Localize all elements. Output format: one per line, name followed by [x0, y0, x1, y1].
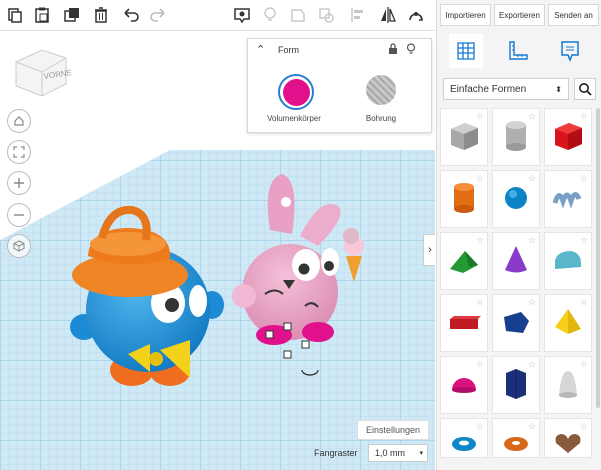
- cube-icon: [13, 240, 25, 252]
- solid-swatch: [282, 78, 310, 106]
- home-icon: [14, 116, 24, 126]
- dropdown-arrow-icon: ▾: [419, 450, 423, 457]
- zoom-out-button[interactable]: [7, 203, 31, 227]
- snap-grid-select[interactable]: 1,0 mm ▾: [368, 444, 428, 462]
- home-view-button[interactable]: [7, 109, 31, 133]
- shape-paraboloid-gray[interactable]: ☆: [544, 356, 592, 414]
- align-icon[interactable]: [347, 4, 369, 26]
- solid-label: Volumenkörper: [267, 114, 321, 123]
- copy-icon[interactable]: [4, 4, 26, 26]
- updown-arrow-icon: ⬍: [555, 84, 562, 94]
- panel-title: Form: [278, 45, 299, 55]
- bulb-icon[interactable]: [406, 43, 416, 55]
- mirror-icon[interactable]: [377, 4, 399, 26]
- shape-icon[interactable]: [287, 4, 309, 26]
- ruler-icon[interactable]: [501, 34, 535, 68]
- shape-properties-panel: ⌃ Form Volumenkörper Bohrung: [247, 38, 432, 133]
- shape-cylinder-gray[interactable]: ☆: [492, 108, 540, 166]
- solid-color-button[interactable]: [278, 74, 314, 110]
- shape-text-red[interactable]: ☆: [440, 294, 488, 352]
- shape-scribble[interactable]: ☆: [544, 170, 592, 228]
- group-icon[interactable]: [405, 4, 427, 26]
- shape-box-gray[interactable]: ☆: [440, 108, 488, 166]
- shape-round-roof-teal[interactable]: ☆: [544, 232, 592, 290]
- shape-cone-purple[interactable]: ☆: [492, 232, 540, 290]
- sidebar-scrollbar[interactable]: [596, 108, 600, 408]
- workplane-grid-icon[interactable]: [449, 34, 483, 68]
- top-toolbar: [0, 0, 435, 31]
- fit-icon: [13, 146, 25, 158]
- search-button[interactable]: [574, 78, 596, 100]
- plus-icon: [14, 178, 24, 188]
- shape-polygon-navy[interactable]: ☆: [492, 356, 540, 414]
- notes-panel-icon[interactable]: [553, 34, 587, 68]
- undo-icon[interactable]: [120, 4, 142, 26]
- light-icon[interactable]: [259, 4, 281, 26]
- minus-icon: [14, 214, 24, 216]
- zoom-in-button[interactable]: [7, 171, 31, 195]
- lock-icon[interactable]: [388, 43, 398, 55]
- collapse-chevron-up-icon[interactable]: ⌃: [256, 43, 265, 56]
- send-to-button[interactable]: Senden an: [548, 4, 599, 26]
- paste-icon[interactable]: [31, 4, 53, 26]
- shape-pyramid-yellow[interactable]: ☆: [544, 294, 592, 352]
- export-button[interactable]: Exportieren: [494, 4, 545, 26]
- shape-sphere-blue[interactable]: ☆: [492, 170, 540, 228]
- import-button[interactable]: Importieren: [440, 4, 491, 26]
- shape-half-sphere-pink[interactable]: ☆: [440, 356, 488, 414]
- hole-label: Bohrung: [365, 114, 397, 123]
- shape-torus-blue[interactable]: ☆: [440, 418, 488, 458]
- duplicate-icon[interactable]: [61, 4, 83, 26]
- shape-roof-green[interactable]: ☆: [440, 232, 488, 290]
- redo-icon[interactable]: [147, 4, 169, 26]
- perspective-button[interactable]: [7, 234, 31, 258]
- search-icon: [579, 83, 592, 96]
- settings-button[interactable]: Einstellungen: [357, 420, 429, 440]
- trash-icon[interactable]: [90, 4, 112, 26]
- shape-tube-orange[interactable]: ☆: [492, 418, 540, 458]
- shape-category-value: Einfache Formen: [450, 83, 527, 95]
- shape-heart-brown[interactable]: ☆: [544, 418, 592, 458]
- snap-grid-value: 1,0 mm: [375, 448, 406, 458]
- notes-icon[interactable]: [231, 4, 253, 26]
- fit-view-button[interactable]: [7, 140, 31, 164]
- shapes-sidebar: Importieren Exportieren Senden an Einfac…: [436, 0, 601, 470]
- shape-polygon-blue[interactable]: ☆: [492, 294, 540, 352]
- shape-cylinder-orange[interactable]: ☆: [440, 170, 488, 228]
- collapse-panel-chevron-icon[interactable]: ›: [423, 234, 435, 266]
- shape-box-red[interactable]: ☆: [544, 108, 592, 166]
- solid-icon[interactable]: [315, 4, 337, 26]
- hole-button[interactable]: [366, 75, 396, 105]
- snap-grid-label: Fangraster: [314, 448, 358, 458]
- shape-category-select[interactable]: Einfache Formen ⬍: [443, 78, 569, 100]
